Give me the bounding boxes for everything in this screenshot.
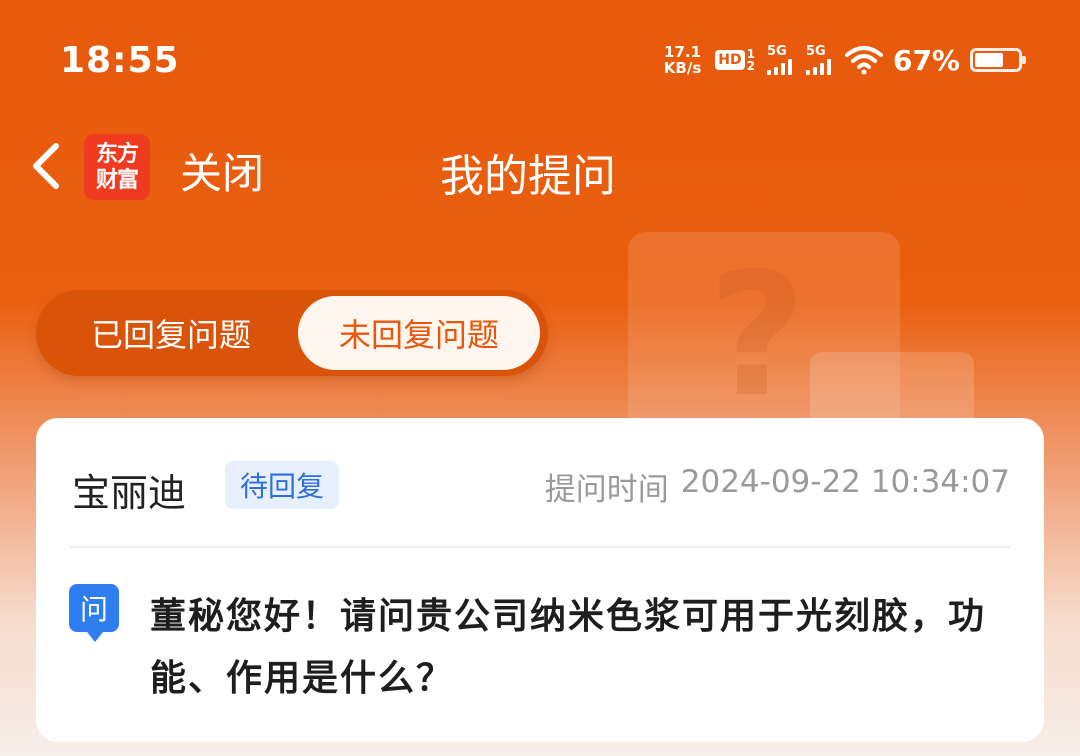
- close-button[interactable]: 关闭: [180, 140, 264, 201]
- tab-unanswered[interactable]: 未回复问题: [298, 296, 540, 370]
- question-bubble-icon: 问: [69, 584, 119, 642]
- battery-fill: [975, 53, 1004, 67]
- question-text: 董秘您好！请问贵公司纳米色浆可用于光刻胶，功能、作用是什么？: [150, 596, 987, 699]
- signal-bars-sim2: [805, 59, 831, 75]
- app-logo: 东方 财富: [84, 134, 150, 200]
- page-title: 我的提问: [440, 151, 616, 202]
- question-icon-label: 问: [79, 593, 108, 626]
- battery-percentage: 67%: [892, 43, 960, 77]
- signal-icon-sim2: 5G: [805, 44, 831, 75]
- navigation-bar: 东方 财富 关闭 我的提问: [0, 120, 1080, 216]
- signal-bars-sim1: [766, 59, 792, 75]
- hd-label: HD: [715, 50, 745, 70]
- network-speed-value: 17.1: [664, 43, 702, 61]
- network-speed: 17.1 KB/s: [664, 44, 701, 76]
- question-mark-glyph: ?: [708, 237, 807, 435]
- ask-time-label: 提问时间: [544, 472, 669, 508]
- status-bar: 18:55 17.1 KB/s HD 1 2 5G 5G 67%: [0, 0, 1080, 120]
- question-card[interactable]: 宝丽迪 待回复 提问时间 2024-09-22 10:34:07 问 董秘您好！…: [36, 418, 1044, 742]
- company-name: 宝丽迪: [72, 471, 187, 515]
- network-speed-unit: KB/s: [663, 59, 702, 77]
- question-tabs: 已回复问题 未回复问题: [36, 290, 548, 376]
- ask-time: 提问时间 2024-09-22 10:34:07: [545, 464, 1010, 509]
- hd-voice-icon: HD 1 2: [715, 48, 755, 72]
- logo-line2: 财富: [95, 167, 139, 193]
- status-icons: 17.1 KB/s HD 1 2 5G 5G 67%: [664, 38, 1026, 82]
- hd-sub-bottom: 2: [746, 59, 755, 73]
- status-badge: 待回复: [225, 461, 339, 509]
- logo-line1: 东方: [95, 141, 139, 167]
- hd-sim-indicator: 1 2: [747, 48, 755, 72]
- ask-time-value: 2024-09-22 10:34:07: [680, 464, 1010, 500]
- signal-icon-sim1: 5G: [766, 44, 792, 75]
- back-arrow-icon[interactable]: [22, 138, 70, 194]
- clock: 18:55: [60, 40, 180, 81]
- signal-label-sim2: 5G: [805, 44, 826, 59]
- battery-icon: [970, 48, 1026, 72]
- divider: [70, 546, 1010, 548]
- tab-answered[interactable]: 已回复问题: [46, 296, 296, 370]
- signal-label-sim1: 5G: [766, 44, 787, 59]
- wifi-icon: [844, 46, 883, 75]
